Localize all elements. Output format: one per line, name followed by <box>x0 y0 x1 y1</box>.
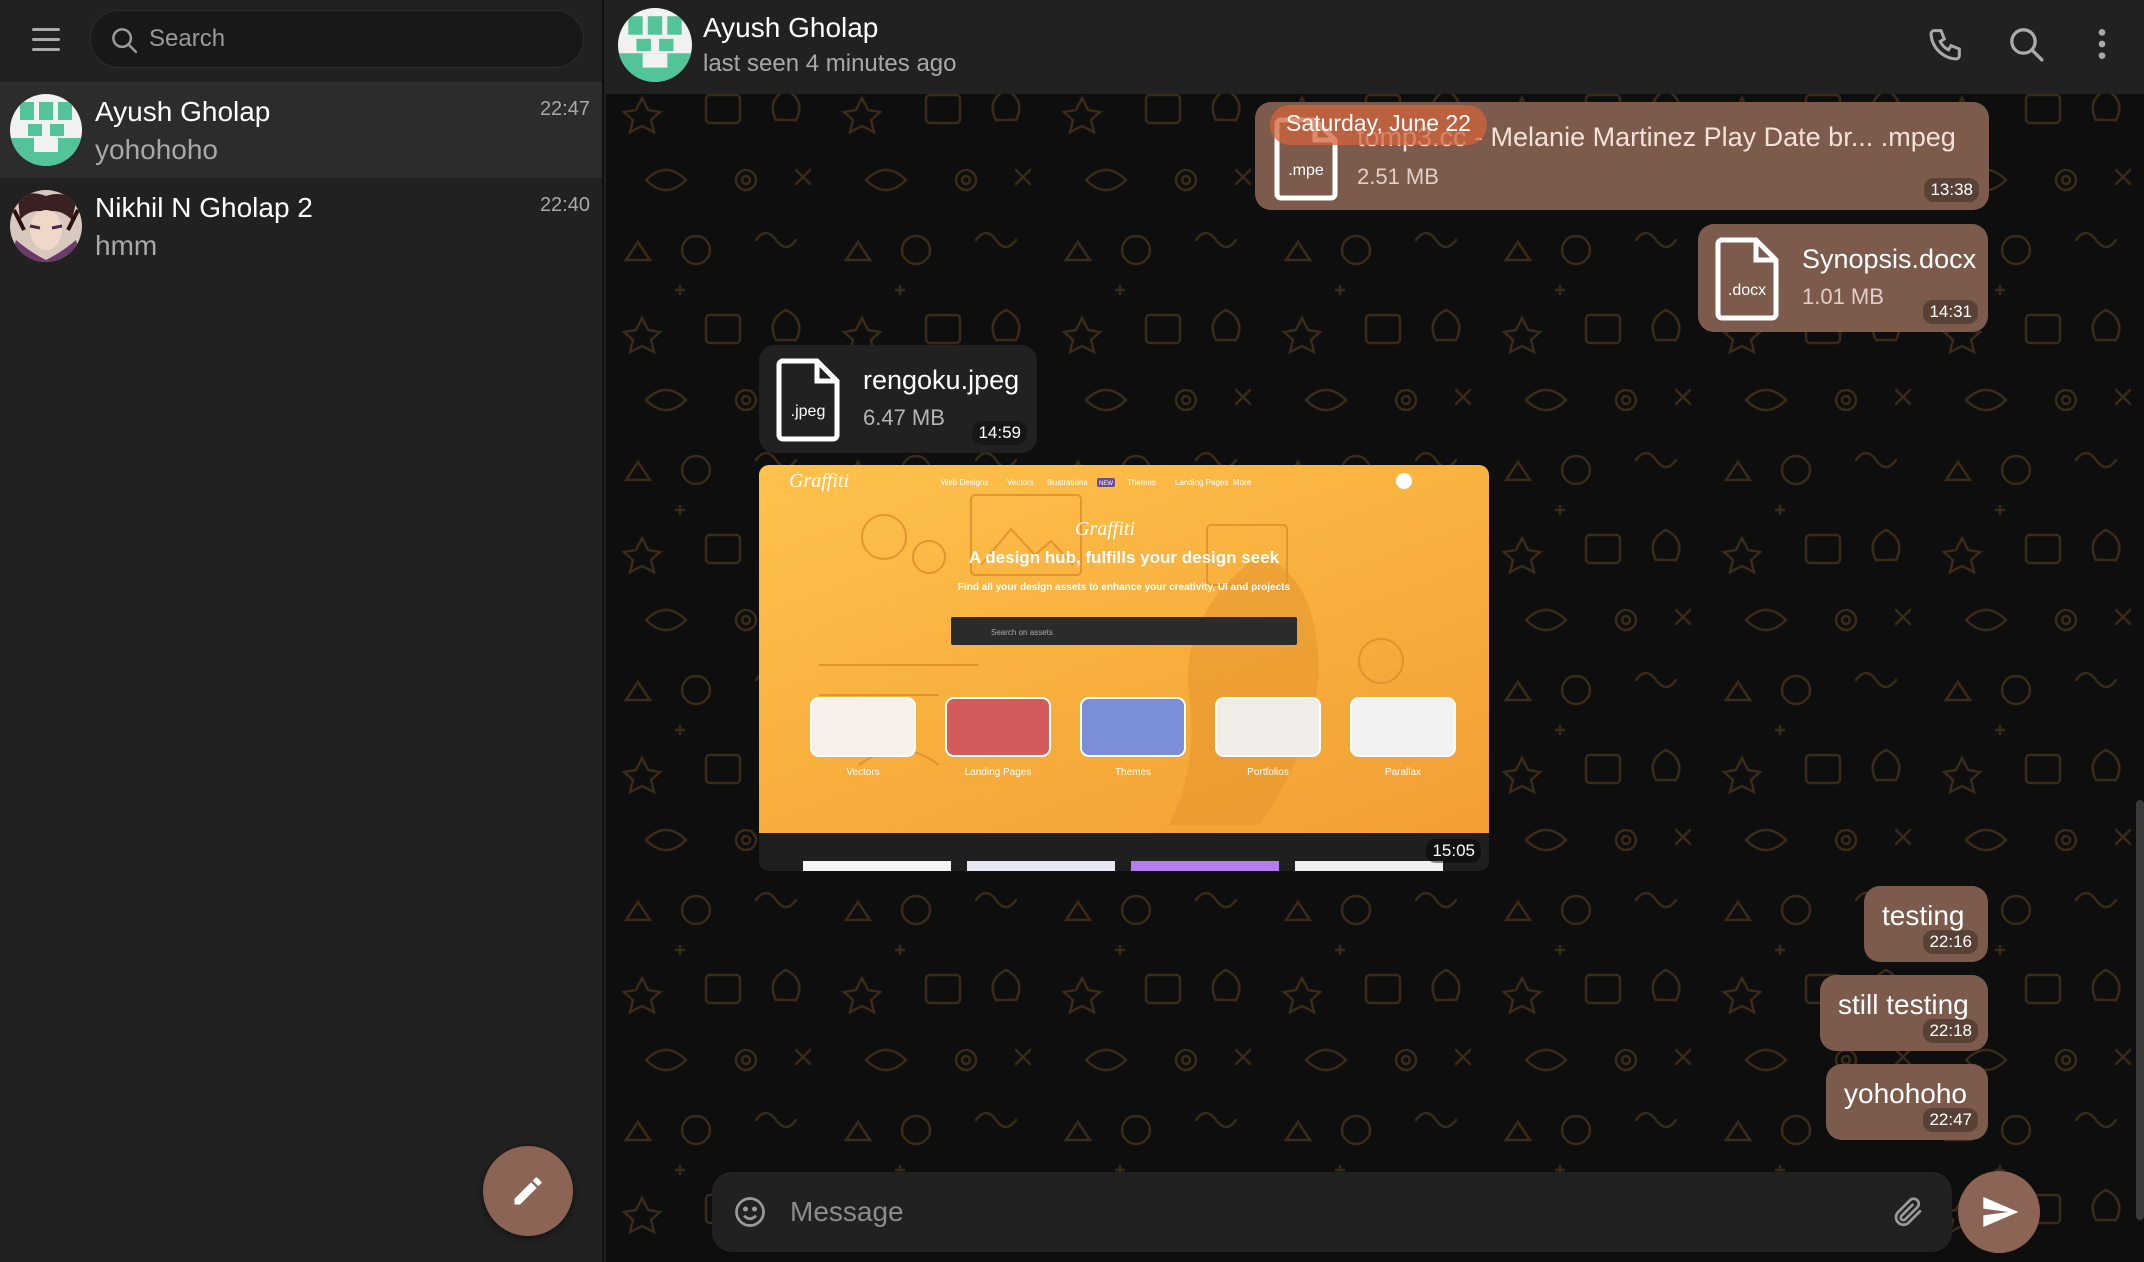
file-message[interactable]: .docx Synopsis.docx 1.01 MB 14:31 <box>1698 224 1988 332</box>
screenshot-category: Themes <box>1115 767 1151 778</box>
screenshot-preview: Graffiti Web Designs Vectors Illustratio… <box>759 465 1489 833</box>
screenshot-nav-item: Themes <box>1127 478 1156 487</box>
contact-name[interactable]: Ayush Gholap <box>703 12 878 44</box>
screenshot-bottom-strip <box>759 833 1489 871</box>
avatar <box>10 190 82 262</box>
message-composer <box>712 1172 1952 1252</box>
chat-header: Ayush Gholap last seen 4 minutes ago <box>606 0 2144 94</box>
message-time: 14:31 <box>1923 300 1978 324</box>
message-time: 22:47 <box>1923 1108 1978 1132</box>
date-separator: Saturday, June 22 <box>1270 105 1487 145</box>
compose-button[interactable] <box>483 1146 573 1236</box>
screenshot-logo-text: Graffiti <box>1075 518 1135 540</box>
file-size: 1.01 MB <box>1802 284 1884 309</box>
screenshot-nav-item: Web Designs <box>941 478 988 487</box>
phone-icon[interactable] <box>1926 24 1970 68</box>
hamburger-menu-icon[interactable] <box>26 20 68 58</box>
more-vertical-icon[interactable] <box>2082 24 2126 68</box>
message-time: 22:16 <box>1923 930 1978 954</box>
screenshot-nav-item: Vectors <box>1007 478 1034 487</box>
chat-scrollbar[interactable] <box>2136 800 2144 1220</box>
chat-time: 22:47 <box>539 98 590 120</box>
text-message[interactable]: testing 22:16 <box>1864 886 1988 962</box>
search-icon[interactable] <box>2006 24 2050 68</box>
chat-preview: hmm <box>95 230 158 261</box>
search-bar[interactable] <box>90 10 584 68</box>
message-time: 14:59 <box>972 421 1027 445</box>
emoji-icon[interactable] <box>732 1194 770 1232</box>
screenshot-category: Portfolios <box>1247 767 1289 778</box>
send-button[interactable] <box>1958 1171 2040 1253</box>
file-size: 2.51 MB <box>1357 164 1439 189</box>
file-message[interactable]: .jpeg rengoku.jpeg 6.47 MB 14:59 <box>759 345 1037 453</box>
avatar <box>10 94 82 166</box>
screenshot-headline: A design hub, fulfills your design seek <box>969 548 1280 567</box>
message-text: testing <box>1882 900 1965 931</box>
send-icon <box>1983 1197 2019 1227</box>
screenshot-badge: NEW <box>1099 481 1113 487</box>
pencil-icon <box>514 1177 542 1205</box>
screenshot-nav-item: Illustrations <box>1047 478 1087 487</box>
file-icon: .docx <box>1712 236 1782 322</box>
contact-status: last seen 4 minutes ago <box>703 50 957 77</box>
message-input[interactable] <box>790 1186 1850 1238</box>
screenshot-nav-item: More <box>1233 478 1252 487</box>
file-icon: .jpeg <box>773 357 843 443</box>
message-text: yohohoho <box>1844 1078 1968 1109</box>
file-name: rengoku.jpeg <box>863 365 1020 395</box>
chat-time: 22:40 <box>539 194 590 216</box>
search-input[interactable] <box>149 11 569 67</box>
message-time: 22:18 <box>1923 1019 1978 1043</box>
screenshot-search: Search on assets <box>991 628 1053 637</box>
chat-preview: yohohoho <box>95 134 219 165</box>
chat-item-ayush-gholap[interactable]: Ayush Gholap yohohoho 22:47 <box>0 82 602 178</box>
search-icon <box>112 28 138 54</box>
message-time: 15:05 <box>1426 839 1481 863</box>
chat-name: Nikhil N Gholap 2 <box>95 192 313 223</box>
message-text: still testing <box>1838 989 1969 1020</box>
screenshot-brand: Graffiti <box>789 470 849 492</box>
file-name: Synopsis.docx <box>1802 244 1977 274</box>
text-message[interactable]: yohohoho 22:47 <box>1826 1064 1988 1140</box>
screenshot-subheadline: Find all your design assets to enhance y… <box>958 582 1291 593</box>
sidebar-header <box>0 0 604 78</box>
file-extension: .mpe <box>1288 162 1324 179</box>
file-extension: .docx <box>1727 282 1767 299</box>
screenshot-category: Parallax <box>1385 767 1421 778</box>
message-time: 13:38 <box>1924 178 1979 202</box>
screenshot-category: Vectors <box>846 767 879 778</box>
file-extension: .jpeg <box>790 403 826 420</box>
chat-name: Ayush Gholap <box>95 96 271 127</box>
file-size: 6.47 MB <box>863 405 945 430</box>
sidebar: Ayush Gholap yohohoho 22:47 Nikhil N Gho… <box>0 0 604 1262</box>
chat-panel: Ayush Gholap last seen 4 minutes ago .mp… <box>606 0 2144 1262</box>
screenshot-category: Landing Pages <box>965 767 1032 778</box>
text-message[interactable]: still testing 22:18 <box>1820 975 1988 1051</box>
contact-avatar[interactable] <box>618 8 692 82</box>
telegram-app: Ayush Gholap yohohoho 22:47 Nikhil N Gho… <box>0 0 2144 1262</box>
paperclip-icon[interactable] <box>1890 1194 1928 1232</box>
image-message[interactable]: Graffiti Web Designs Vectors Illustratio… <box>759 465 1489 871</box>
screenshot-nav-item: Landing Pages <box>1175 478 1228 487</box>
chat-item-nikhil-n-gholap-2[interactable]: Nikhil N Gholap 2 hmm 22:40 <box>0 178 602 274</box>
